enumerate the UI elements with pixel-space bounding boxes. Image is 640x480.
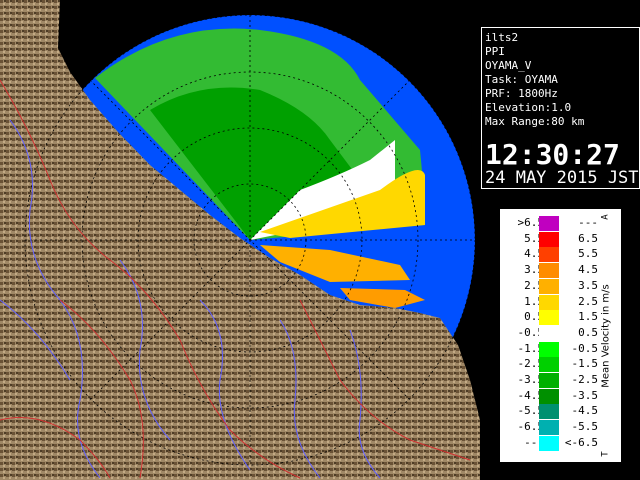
legend-row-upper: -3.5 [571,388,599,402]
legend-swatch [539,388,559,404]
legend-row-upper: -2.5 [571,373,599,386]
legend-swatch [539,435,559,451]
legend-corner-bottom: T [600,451,611,457]
elevation-value: Elevation:1.0 [485,101,572,114]
legend-row-upper: -0.5 [571,341,599,355]
velocity-legend: A >6.5 --- 5.5 6.5 4.5 5.5 3.5 4.5 2.5 3.5 1.5 2.5 0… [500,209,621,462]
legend-row-upper: 2.5 [578,294,598,308]
legend-swatch [539,216,559,231]
legend-swatch [539,404,559,420]
legend-row-upper: 1.5 [578,310,598,324]
legend-title-box: Mean Velocity in m/s [596,223,616,449]
prf-value: PRF: 1800Hz [485,87,558,100]
legend-swatch [539,341,559,357]
legend-row-upper: 0.5 [578,325,598,339]
legend-row-upper: 6.5 [578,231,598,245]
legend-swatch [539,420,559,436]
legend-swatch [539,357,559,373]
legend-row-upper: 3.5 [578,278,598,292]
legend-row-upper: -4.5 [571,404,599,418]
task-name: Task: OYAMA [485,73,558,86]
legend-swatch [539,310,559,326]
legend-row-upper: -1.5 [571,357,599,371]
legend-swatch [539,263,559,279]
legend-swatch [539,294,559,310]
legend-corner-top: A [600,214,611,220]
legend-swatch [539,278,559,294]
legend-row-upper: 5.5 [578,247,598,261]
scan-time: 12:30:27 [485,138,620,171]
product-name: OYAMA_V [485,59,532,72]
max-range-value: Max Range:80 km [485,115,585,128]
legend-row-upper: <-6.5 [564,435,598,449]
legend-swatch [539,247,559,263]
scan-mode: PPI [485,45,505,58]
legend-swatch [539,231,559,247]
legend-title: Mean Velocity in m/s [600,284,612,388]
site-name: ilts2 [485,31,519,44]
scan-date: 24 MAY 2015 JST [485,168,639,188]
scan-info-panel: ilts2 PPI OYAMA_V Task: OYAMA PRF: 1800H… [481,27,640,189]
legend-swatch [539,373,559,388]
legend-row-upper: --- [578,216,598,229]
legend-row-upper: 4.5 [578,263,598,277]
radar-ppi-display [0,0,480,480]
radar-map [0,0,480,480]
legend-row-upper: -5.5 [571,420,599,434]
legend-swatch [539,325,559,341]
